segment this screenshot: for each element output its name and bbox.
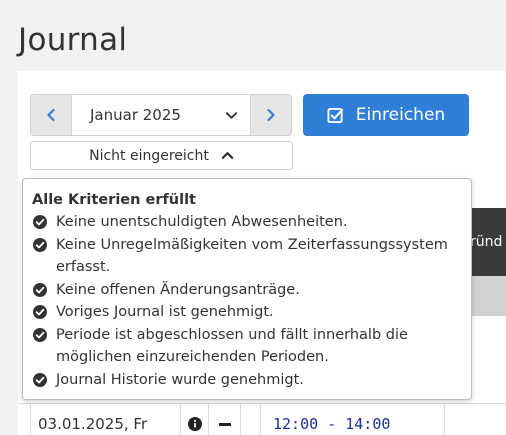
- criteria-text: Keine offenen Änderungsanträge.: [56, 281, 300, 298]
- check-circle-icon: [33, 237, 47, 252]
- submit-button-label: Einreichen: [355, 105, 446, 125]
- criteria-item: Voriges Journal ist genehmigt.: [32, 301, 461, 324]
- row-time: 12:00 - 14:00: [261, 404, 445, 435]
- criteria-item: Periode ist abgeschlossen und fällt inne…: [32, 324, 461, 369]
- popover-title: Alle Kriterien erfüllt: [32, 192, 196, 208]
- check-square-icon: [327, 107, 343, 123]
- criteria-item: Journal Historie wurde genehmigt.: [32, 369, 461, 392]
- criteria-popover: Alle Kriterien erfüllt Keine unentschuld…: [22, 178, 472, 400]
- criteria-text: Keine unentschuldigten Abwesenheiten.: [56, 214, 348, 230]
- previous-month-button[interactable]: [31, 95, 71, 135]
- next-month-button[interactable]: [251, 95, 291, 135]
- minus-icon: [218, 422, 231, 426]
- table-header-label: ründ: [470, 234, 503, 250]
- chevron-left-icon: [47, 108, 55, 122]
- page-title: Journal: [18, 22, 128, 58]
- month-select[interactable]: Januar 2025: [71, 95, 251, 135]
- check-circle-icon: [33, 305, 47, 319]
- chevron-down-icon: [225, 111, 238, 119]
- table-header: ründ: [470, 208, 506, 276]
- status-toggle[interactable]: Nicht eingereicht: [30, 141, 293, 170]
- check-circle-icon: [33, 327, 47, 342]
- criteria-item: Keine offenen Änderungsanträge.: [32, 279, 461, 302]
- criteria-item: Keine Unregelmäßigkeiten vom Zeiterfassu…: [32, 234, 461, 279]
- criteria-text: Voriges Journal ist genehmigt.: [56, 304, 274, 320]
- table-subheader: [470, 276, 506, 316]
- status-label: Nicht eingereicht: [89, 147, 209, 164]
- chevron-up-icon: [221, 152, 234, 159]
- check-circle-icon: [33, 372, 47, 387]
- submit-button[interactable]: Einreichen: [303, 94, 469, 136]
- collapse-button[interactable]: [209, 404, 241, 435]
- criteria-text: Periode ist abgeschlossen und fällt inne…: [56, 326, 408, 366]
- row-empty-cell: [241, 404, 261, 435]
- table-row[interactable]: 03.01.2025, Fr 12:00 - 14:00: [30, 404, 506, 435]
- criteria-item: Keine unentschuldigten Abwesenheiten.: [32, 211, 461, 234]
- month-select-value: Januar 2025: [90, 106, 181, 124]
- chevron-right-icon: [267, 108, 275, 122]
- check-circle-icon: [33, 215, 47, 229]
- criteria-text: Journal Historie wurde genehmigt.: [56, 371, 304, 388]
- row-date: 03.01.2025, Fr: [30, 404, 181, 435]
- check-circle-icon: [33, 282, 47, 297]
- info-icon: [187, 417, 202, 431]
- info-button[interactable]: [181, 404, 209, 435]
- criteria-list: Keine unentschuldigten Abwesenheiten. Ke…: [32, 211, 461, 391]
- month-navigator: Januar 2025: [30, 94, 292, 136]
- criteria-text: Keine Unregelmäßigkeiten vom Zeiterfassu…: [56, 236, 448, 276]
